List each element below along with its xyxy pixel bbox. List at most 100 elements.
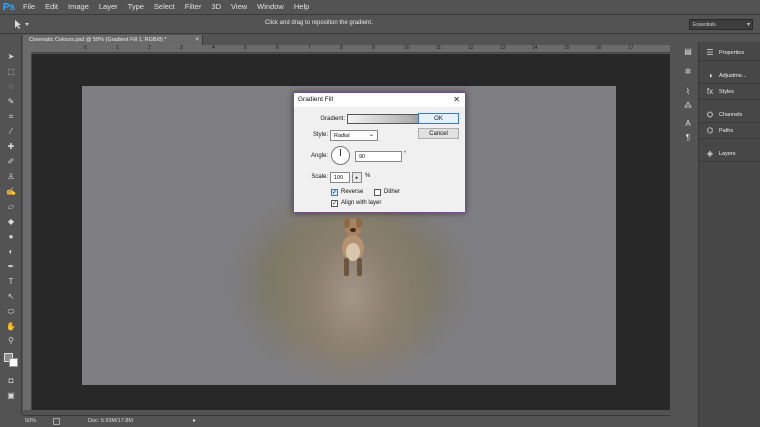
ruler-mark: 8: [340, 45, 343, 51]
ruler-mark: 11: [436, 45, 442, 51]
dither-checkbox[interactable]: [374, 189, 381, 196]
paragraph-panel-icon[interactable]: ¶: [682, 132, 694, 143]
close-icon[interactable]: ✕: [453, 93, 460, 107]
lasso-tool-icon[interactable]: ◌: [4, 81, 18, 92]
dodge-tool-icon[interactable]: ◐: [4, 246, 18, 257]
paths-icon: ⌬: [706, 126, 714, 135]
shape-tool-icon[interactable]: ⬭: [4, 306, 18, 317]
eraser-tool-icon[interactable]: ▱: [4, 201, 18, 212]
scale-input[interactable]: 100: [330, 172, 350, 183]
background-color-swatch[interactable]: [9, 358, 18, 367]
panel-properties[interactable]: ☰ Properties: [699, 45, 760, 61]
status-bar: 50% Doc: 5.93M/17.8M ▸: [23, 415, 670, 427]
menu-window[interactable]: Window: [252, 0, 289, 14]
marquee-tool-icon[interactable]: ⬚: [4, 66, 18, 77]
menu-view[interactable]: View: [226, 0, 252, 14]
move-tool-icon: [15, 20, 29, 29]
ruler-mark: 14: [532, 45, 538, 51]
ok-button[interactable]: OK: [418, 113, 459, 124]
adjustments-icon: ◑: [707, 71, 713, 80]
paint-bucket-tool-icon[interactable]: ◆: [4, 216, 18, 227]
panel-label: Paths: [719, 127, 734, 134]
pen-tool-icon[interactable]: ✒: [4, 261, 18, 272]
ruler-mark: 12: [468, 45, 474, 51]
path-selection-tool-icon[interactable]: ↖: [4, 291, 18, 302]
menu-edit[interactable]: Edit: [40, 0, 63, 14]
vertical-ruler[interactable]: [23, 53, 32, 410]
menu-3d[interactable]: 3D: [206, 0, 226, 14]
zoom-level[interactable]: 50%: [25, 418, 36, 424]
crop-tool-icon[interactable]: ⌗: [4, 111, 18, 122]
panel-paths[interactable]: ⌬ Paths: [699, 123, 760, 139]
angle-input[interactable]: 90: [355, 151, 402, 162]
close-tab-icon[interactable]: ×: [195, 35, 199, 45]
ruler-mark: 6: [276, 45, 279, 51]
photoshop-window: Ps File Edit Image Layer Type Select Fil…: [0, 0, 760, 427]
status-info-icon[interactable]: [53, 418, 60, 425]
ruler-mark: 5: [244, 45, 247, 51]
brush-panel-icon[interactable]: ⌇: [682, 86, 694, 97]
blur-tool-icon[interactable]: ●: [4, 231, 18, 242]
properties-icon: ☰: [706, 48, 714, 57]
panel-styles[interactable]: fx Styles: [699, 84, 760, 100]
panel-layers[interactable]: ◈ Layers: [699, 146, 760, 162]
ruler-mark: 15: [564, 45, 570, 51]
actions-panel-icon[interactable]: ✲: [682, 66, 694, 77]
ruler-mark: 13: [500, 45, 506, 51]
options-hint-text: Click and drag to reposition the gradien…: [265, 20, 373, 26]
document-tab[interactable]: Cinematic Colours.psd @ 50% (Gradient Fi…: [23, 35, 203, 45]
ruler-mark: 4: [212, 45, 215, 51]
cancel-button[interactable]: Cancel: [418, 128, 459, 139]
clone-stamp-tool-icon[interactable]: ♙: [4, 171, 18, 182]
menu-type[interactable]: Type: [123, 0, 149, 14]
menu-help[interactable]: Help: [289, 0, 314, 14]
dither-label: Dither: [384, 189, 401, 195]
type-tool-icon[interactable]: T: [4, 276, 18, 287]
ruler-mark: 7: [308, 45, 311, 51]
panel-adjustments[interactable]: ◑ Adjustme...: [699, 68, 760, 84]
ruler-mark: 1: [116, 45, 119, 51]
hand-tool-icon[interactable]: ✋: [4, 321, 18, 332]
workspace-select[interactable]: Essentials: [689, 19, 753, 30]
panel-icon-strip: ▤ ✲ ⌇ ⁂ A ¶: [677, 42, 697, 152]
zoom-tool-icon[interactable]: ⚲: [4, 335, 18, 346]
history-brush-tool-icon[interactable]: ✍: [4, 186, 18, 197]
quick-mask-icon[interactable]: ◘: [4, 375, 18, 386]
panel-label: Properties: [719, 49, 745, 56]
style-select[interactable]: Radial: [330, 130, 378, 141]
horizontal-ruler[interactable]: 0 1 2 3 4 5 6 7 8 9 10 11 12 13 14 15 16…: [32, 45, 670, 53]
menu-filter[interactable]: Filter: [180, 0, 207, 14]
status-menu-arrow-icon[interactable]: ▸: [193, 417, 196, 424]
move-tool-icon[interactable]: ➤: [4, 51, 18, 62]
photoshop-logo: Ps: [2, 1, 16, 13]
eyedropper-tool-icon[interactable]: ⁄: [4, 126, 18, 137]
menu-select[interactable]: Select: [149, 0, 180, 14]
brush-tool-icon[interactable]: ✐: [4, 156, 18, 167]
history-panel-icon[interactable]: ▤: [682, 46, 694, 57]
clone-source-panel-icon[interactable]: ⁂: [682, 100, 694, 111]
channels-icon: ⛭: [706, 109, 714, 119]
reverse-label: Reverse: [341, 189, 364, 195]
quick-select-tool-icon[interactable]: ✎: [4, 96, 18, 107]
menu-image[interactable]: Image: [63, 0, 94, 14]
healing-brush-tool-icon[interactable]: ✚: [4, 141, 18, 152]
gradient-fill-dialog: Gradient Fill ✕ Gradient: ▼ Style: Radia…: [293, 92, 466, 213]
angle-label: Angle:: [310, 153, 328, 159]
tool-preset-picker[interactable]: [10, 18, 34, 30]
menu-layer[interactable]: Layer: [94, 0, 123, 14]
menu-file[interactable]: File: [18, 0, 40, 14]
dialog-titlebar[interactable]: Gradient Fill ✕: [294, 93, 465, 107]
angle-dial[interactable]: [331, 146, 350, 165]
scale-stepper[interactable]: ▸: [352, 172, 362, 183]
panel-list: ☰ Properties ◑ Adjustme... fx Styles ⛭ C…: [698, 42, 760, 427]
panel-label: Styles: [719, 88, 734, 95]
character-panel-icon[interactable]: A: [682, 118, 694, 129]
align-with-layer-checkbox[interactable]: ✓: [331, 200, 338, 207]
screen-mode-icon[interactable]: ▣: [4, 390, 18, 401]
ruler-mark: 2: [148, 45, 151, 51]
ruler-origin[interactable]: [23, 45, 32, 53]
panel-channels[interactable]: ⛭ Channels: [699, 107, 760, 123]
style-label: Style:: [312, 132, 328, 138]
reverse-checkbox[interactable]: ✓: [331, 189, 338, 196]
ruler-mark: 10: [404, 45, 410, 51]
